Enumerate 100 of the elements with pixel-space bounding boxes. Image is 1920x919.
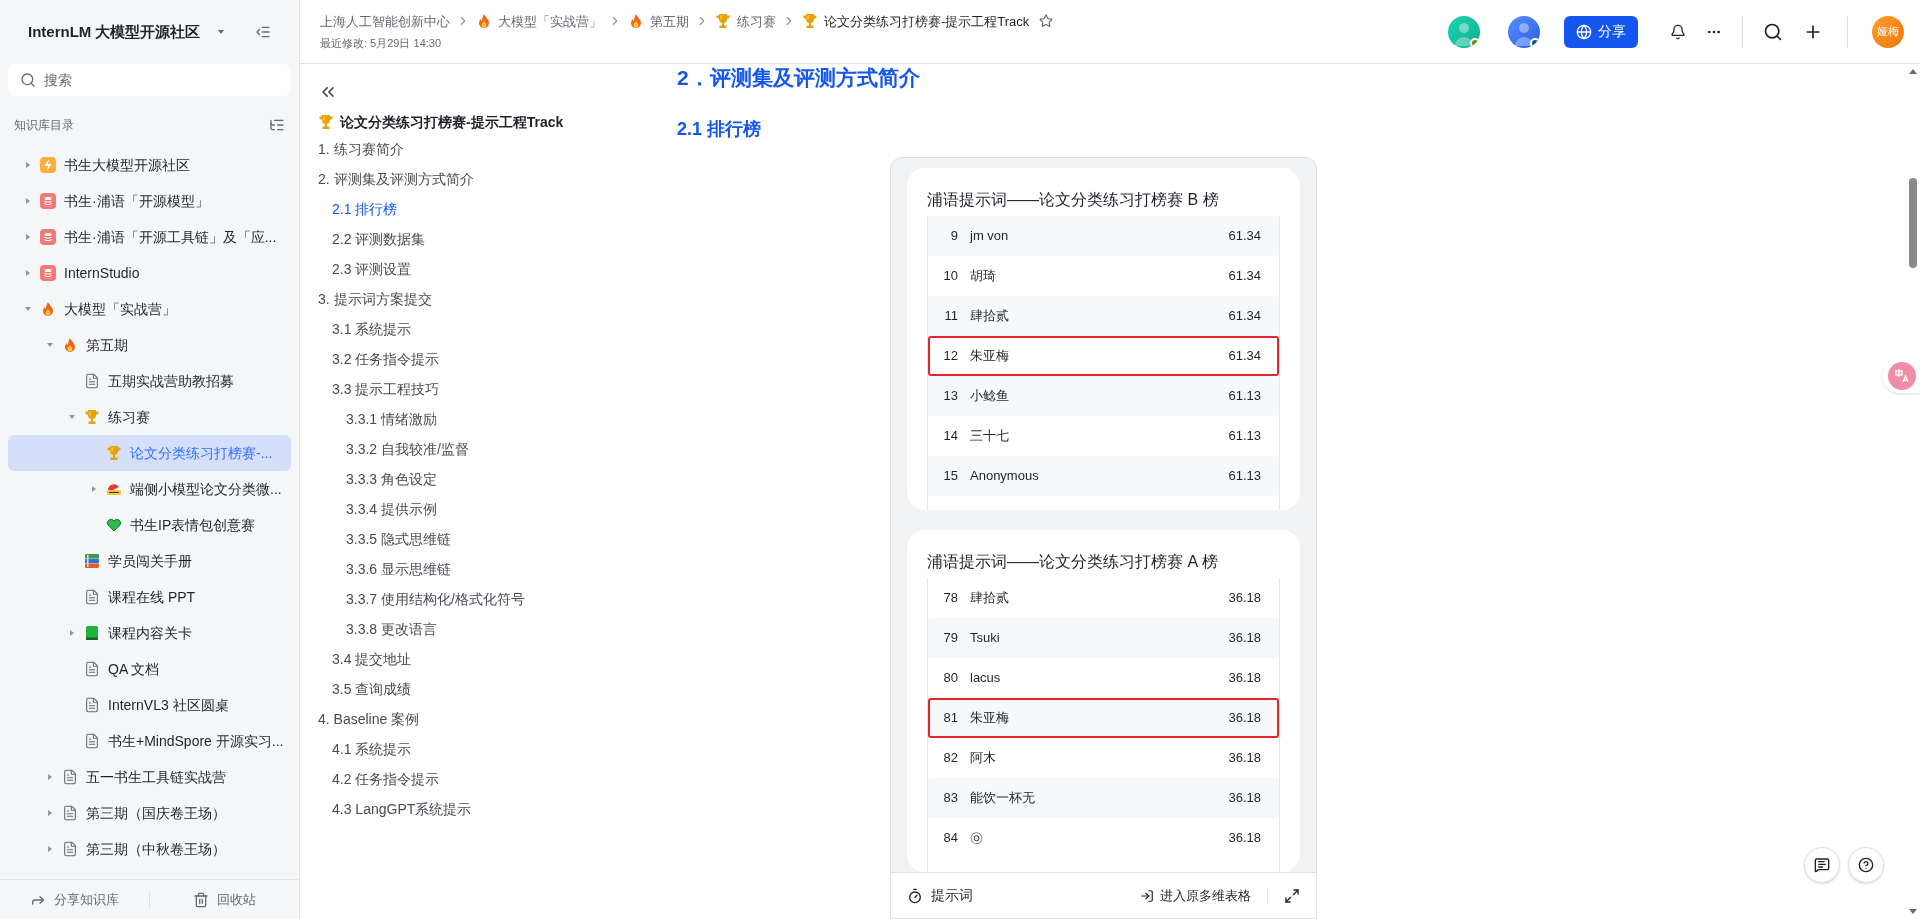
toc-item[interactable]: 3.2 任务指令提示 bbox=[318, 344, 677, 374]
toc-item[interactable]: 3. 提示词方案提交 bbox=[318, 284, 677, 314]
name-cell-text: 肆拾贰 bbox=[969, 306, 1010, 325]
toc-item[interactable]: 2.1 排行榜 bbox=[318, 194, 677, 224]
caret-icon[interactable] bbox=[24, 305, 32, 313]
tree-item[interactable]: 书生·浦语「开源模型」 bbox=[8, 183, 291, 219]
tree-item[interactable]: 端侧小模型论文分类微... bbox=[8, 471, 291, 507]
share-button[interactable]: 分享 bbox=[1564, 15, 1638, 48]
toc-item[interactable]: 3.3.7 使用结构化/格式化符号 bbox=[318, 584, 677, 614]
tree-item[interactable]: 学员闯关手册 bbox=[8, 543, 291, 579]
tree-item[interactable]: 第三期（中秋卷王场） bbox=[8, 831, 291, 867]
caret-icon[interactable] bbox=[24, 269, 32, 277]
tree-item[interactable]: InternVL3 社区圆桌 bbox=[8, 687, 291, 723]
toc-item[interactable]: 2. 评测集及评测方式简介 bbox=[318, 164, 677, 194]
caret-icon[interactable] bbox=[68, 413, 76, 421]
tree-item[interactable]: 书生+MindSpore 开源实习... bbox=[8, 723, 291, 759]
toc-item[interactable]: 3.3.2 自我较准/监督 bbox=[318, 434, 677, 464]
collapse-sidebar-icon[interactable] bbox=[255, 24, 271, 40]
toc-item[interactable]: 4. Baseline 案例 bbox=[318, 704, 677, 734]
comments-button[interactable] bbox=[1804, 847, 1840, 883]
caret-icon[interactable] bbox=[24, 161, 32, 169]
tree-item[interactable]: 书生·浦语「开源工具链」及「应... bbox=[8, 219, 291, 255]
open-table-button[interactable]: 进入原多维表格 bbox=[1140, 885, 1251, 906]
breadcrumb-link[interactable]: 上海人工智能创新中心 bbox=[320, 11, 450, 31]
document-icon bbox=[62, 841, 78, 857]
caret-icon[interactable] bbox=[24, 233, 32, 241]
toc-item[interactable]: 3.3.4 提供示例 bbox=[318, 494, 677, 524]
user-avatar[interactable] bbox=[1448, 15, 1480, 48]
tree-item[interactable]: InternStudio bbox=[8, 255, 291, 291]
caret-icon[interactable] bbox=[46, 845, 54, 853]
name-cell-text: ㉧ bbox=[969, 829, 984, 847]
toc-item[interactable]: 3.3 提示工程技巧 bbox=[318, 374, 677, 404]
breadcrumb-link[interactable]: 大模型「实战营」 bbox=[476, 11, 602, 31]
notification-bell-icon[interactable] bbox=[1670, 23, 1686, 40]
document-icon bbox=[84, 661, 100, 677]
document-icon bbox=[84, 373, 100, 389]
tree-item[interactable]: 第五期 bbox=[8, 327, 291, 363]
toc-item[interactable]: 3.3.3 角色设定 bbox=[318, 464, 677, 494]
toc-item[interactable]: 3.1 系统提示 bbox=[318, 314, 677, 344]
tree-item[interactable]: 练习赛 bbox=[8, 399, 291, 435]
scroll-down-arrow-icon[interactable] bbox=[1909, 909, 1917, 915]
user-avatar[interactable] bbox=[1508, 15, 1540, 48]
leaderboard-title: 浦语提示词——论文分类练习打榜赛 A 榜 bbox=[926, 551, 1219, 572]
expand-icon[interactable] bbox=[1284, 887, 1300, 904]
tree-item[interactable]: 第三期（国庆卷王场） bbox=[8, 795, 291, 831]
toc-item[interactable]: 2.3 评测设置 bbox=[318, 254, 677, 284]
star-icon[interactable] bbox=[1039, 14, 1054, 29]
search-field[interactable]: 搜索 bbox=[8, 64, 291, 96]
caret-icon[interactable] bbox=[46, 809, 54, 817]
dropdown-caret-icon[interactable] bbox=[216, 28, 225, 36]
tree-item[interactable]: 五一书生工具链实战营 bbox=[8, 759, 291, 795]
tree-item[interactable]: 大模型「实战营」 bbox=[8, 291, 291, 327]
tree-item[interactable]: 五期实战营助教招募 bbox=[8, 363, 291, 399]
rank-cell-text: 14 bbox=[942, 426, 959, 445]
toc-item[interactable]: 3.4 提交地址 bbox=[318, 644, 677, 674]
space-title[interactable]: InternLM 大模型开源社区 bbox=[28, 20, 201, 44]
outline-title[interactable]: 论文分类练习打榜赛-提示工程Track bbox=[318, 110, 677, 134]
caret-icon[interactable] bbox=[46, 341, 54, 349]
tree-item[interactable]: 书生大模型开源社区 bbox=[8, 147, 291, 183]
toc-item[interactable]: 4.1 系统提示 bbox=[318, 734, 677, 764]
rank-cell-text: 84 bbox=[942, 829, 959, 847]
breadcrumb-link[interactable]: 论文分类练习打榜赛-提示工程Track bbox=[802, 11, 1030, 31]
scroll-up-arrow-icon[interactable] bbox=[1909, 68, 1917, 74]
toc-item[interactable]: 1. 练习赛简介 bbox=[318, 134, 677, 164]
tree-item[interactable]: 课程在线 PPT bbox=[8, 579, 291, 615]
list-options-icon[interactable] bbox=[269, 117, 285, 133]
toc-item[interactable]: 3.3.8 更改语言 bbox=[318, 614, 677, 644]
prompt-button[interactable]: 提示词 bbox=[907, 885, 973, 906]
name-cell-text: jm von bbox=[968, 226, 1010, 245]
search-icon[interactable] bbox=[1763, 21, 1783, 42]
caret-icon[interactable] bbox=[90, 485, 98, 493]
translate-button[interactable] bbox=[1882, 359, 1920, 393]
share-knowledge-base-button[interactable]: 分享知识库 bbox=[0, 889, 149, 910]
toc-item[interactable]: 3.5 查询成绩 bbox=[318, 674, 677, 704]
last-modified: 最近修改: 5月29日 14:30 bbox=[320, 36, 443, 51]
search-icon bbox=[20, 72, 36, 88]
toc-item[interactable]: 4.3 LangGPT系统提示 bbox=[318, 794, 677, 824]
tree-item[interactable]: 课程内容关卡 bbox=[8, 615, 291, 651]
toc-item[interactable]: 3.3.1 情绪激励 bbox=[318, 404, 677, 434]
name-cell-text: 小鲶鱼 bbox=[969, 386, 1010, 405]
toc-item[interactable]: 4.2 任务指令提示 bbox=[318, 764, 677, 794]
toc-item[interactable]: 3.3.6 显示思维链 bbox=[318, 554, 677, 584]
tree-item[interactable]: 书生IP表情包创意赛 bbox=[8, 507, 291, 543]
name-cell-text: 朱亚梅 bbox=[969, 709, 1010, 727]
scrollbar-thumb[interactable] bbox=[1909, 178, 1917, 268]
document-icon bbox=[62, 805, 78, 821]
caret-icon[interactable] bbox=[46, 773, 54, 781]
toc-item[interactable]: 2.2 评测数据集 bbox=[318, 224, 677, 254]
caret-icon[interactable] bbox=[68, 629, 76, 637]
tree-item[interactable]: QA 文档 bbox=[8, 651, 291, 687]
rank-cell-text: 13 bbox=[942, 386, 959, 405]
recycle-bin-button[interactable]: 回收站 bbox=[150, 889, 299, 910]
caret-icon[interactable] bbox=[24, 197, 32, 205]
section-label: 知识库目录 bbox=[14, 117, 74, 134]
enter-icon bbox=[1140, 888, 1154, 903]
heart-icon bbox=[106, 517, 122, 533]
help-button[interactable] bbox=[1848, 847, 1884, 883]
breadcrumb-link[interactable]: 练习赛 bbox=[715, 11, 776, 31]
toc-item[interactable]: 3.3.5 隐式思维链 bbox=[318, 524, 677, 554]
breadcrumb-link[interactable]: 第五期 bbox=[628, 11, 689, 31]
